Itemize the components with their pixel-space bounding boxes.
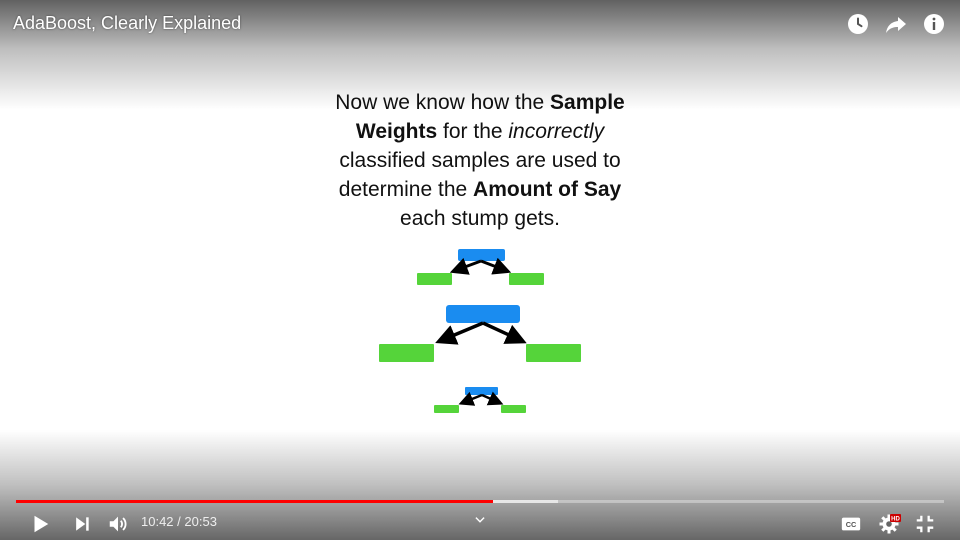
stump-leaf-left: [379, 344, 434, 362]
stump-small: [434, 387, 526, 413]
expand-chapters-button[interactable]: [466, 506, 494, 534]
stump-leaf-left: [434, 405, 459, 413]
play-button[interactable]: [26, 510, 54, 538]
top-actions: [846, 12, 946, 36]
time-display: 10:42 / 20:53: [141, 514, 217, 529]
exit-fullscreen-icon: [916, 515, 934, 533]
stump-root: [465, 387, 498, 395]
stump-leaf-left: [417, 273, 452, 285]
chevron-down-icon: [475, 517, 485, 523]
captions-icon: CC: [841, 517, 861, 531]
stumps-diagram: [379, 249, 581, 413]
exit-fullscreen-button[interactable]: [911, 510, 939, 538]
time-separator: /: [173, 514, 185, 529]
settings-button[interactable]: HD: [875, 510, 903, 538]
volume-icon: [109, 516, 127, 532]
time-total: 20:53: [184, 514, 217, 529]
stump-medium: [417, 249, 544, 285]
share-icon[interactable]: [884, 12, 908, 36]
hd-badge: HD: [891, 517, 900, 523]
stump-leaf-right: [501, 405, 526, 413]
next-icon: [76, 517, 89, 531]
captions-button[interactable]: CC: [837, 510, 865, 538]
time-current: 10:42: [141, 514, 174, 529]
progress-bar[interactable]: [16, 497, 944, 505]
stump-leaf-right: [509, 273, 544, 285]
info-icon[interactable]: [922, 12, 946, 36]
stump-large: [379, 305, 581, 362]
stump-root: [446, 305, 520, 323]
stump-root: [458, 249, 505, 261]
video-title[interactable]: AdaBoost, Clearly Explained: [13, 13, 241, 34]
settings-icon: HD: [879, 514, 901, 534]
svg-text:CC: CC: [846, 520, 857, 529]
player-controls: 10:42 / 20:53 CC HD: [0, 506, 960, 540]
progress-played: [16, 500, 493, 503]
stump-leaf-right: [526, 344, 581, 362]
play-icon: [34, 515, 49, 533]
volume-button[interactable]: [104, 510, 132, 538]
next-button[interactable]: [68, 510, 96, 538]
watch-later-icon[interactable]: [846, 12, 870, 36]
